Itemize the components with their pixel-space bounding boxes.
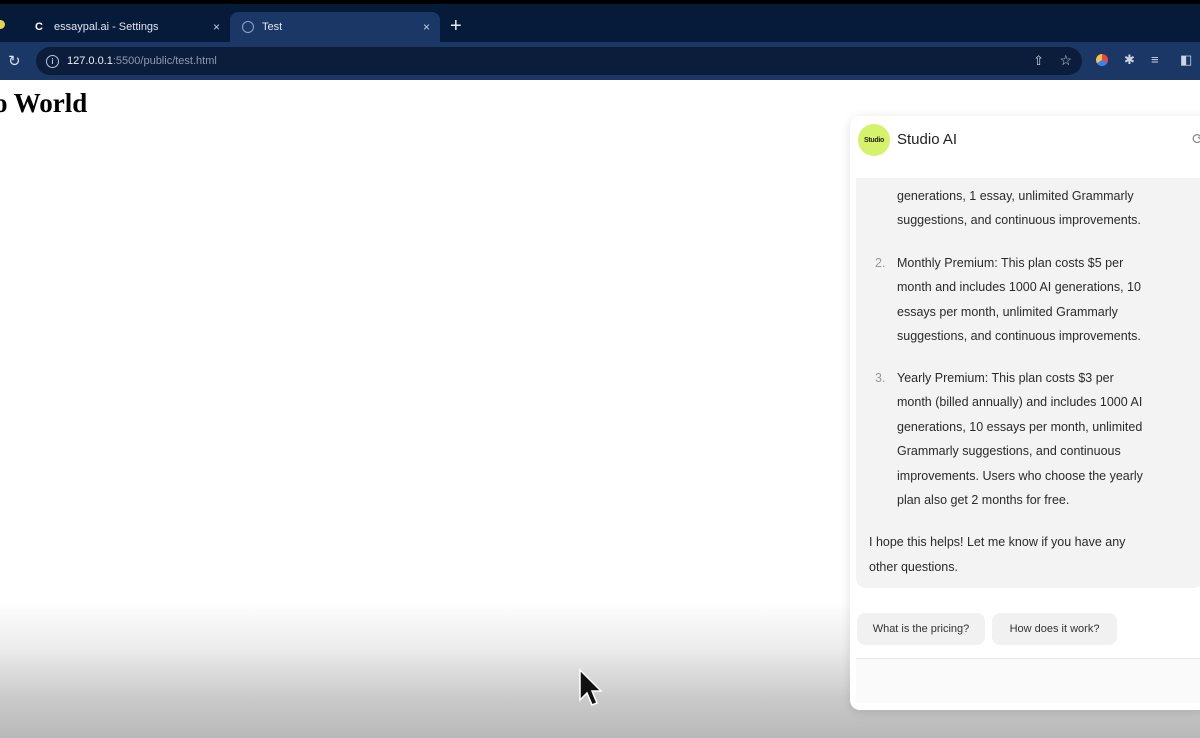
list-number: 3. — [875, 371, 886, 385]
message-line: suggestions, and continuous improvements… — [897, 329, 1141, 343]
message-line: generations, 1 essay, unlimited Grammarl… — [897, 189, 1134, 203]
message-line: essays per month, unlimited Grammarly — [897, 305, 1118, 319]
info-icon[interactable]: i — [46, 54, 59, 68]
message-line: month and includes 1000 AI generations, … — [897, 280, 1141, 294]
suggestion-how-it-works-button[interactable]: How does it work? — [992, 613, 1117, 645]
chat-input[interactable] — [856, 658, 1200, 703]
message-line: plan also get 2 months for free. — [897, 493, 1070, 507]
studio-logo: Studio — [858, 124, 890, 156]
chat-header: Studio Studio AI ⟳ — [850, 116, 1200, 178]
new-tab-button[interactable]: + — [450, 16, 462, 36]
message-line: Grammarly suggestions, and continuous — [897, 444, 1121, 458]
tab-title: essaypal.ai - Settings — [54, 21, 159, 33]
reload-icon[interactable]: ↻ — [8, 52, 21, 70]
message-line: Yearly Premium: This plan costs $3 per — [897, 371, 1114, 385]
message-line: generations, 10 essays per month, unlimi… — [897, 420, 1143, 434]
globe-icon — [242, 21, 254, 33]
assistant-message: generations, 1 essay, unlimited Grammarl… — [856, 178, 1200, 588]
address-bar[interactable]: i 127.0.0.1:5500/public/test.html ⇧ ☆ — [36, 47, 1082, 75]
chat-title: Studio AI — [897, 131, 958, 148]
refresh-icon[interactable]: ⟳ — [1192, 130, 1200, 148]
url-host: 127.0.0.1 — [67, 55, 113, 67]
essaypal-favicon-icon: C — [35, 21, 43, 33]
bookmark-star-icon[interactable]: ☆ — [1059, 52, 1072, 69]
page-heading: o World — [0, 88, 88, 118]
suggestion-pricing-button[interactable]: What is the pricing? — [857, 613, 985, 645]
reading-list-icon[interactable]: ≡ — [1151, 52, 1159, 67]
chat-widget: Studio Studio AI ⟳ generations, 1 essay,… — [850, 116, 1200, 710]
mouse-pointer-icon — [579, 668, 603, 706]
tab-essaypal-settings[interactable]: C essaypal.ai - Settings × — [22, 12, 230, 42]
message-line: improvements. Users who choose the yearl… — [897, 469, 1143, 483]
message-line: suggestions, and continuous improvements… — [897, 213, 1141, 227]
list-number: 2. — [875, 256, 886, 270]
extension-color-icon[interactable] — [1096, 54, 1108, 66]
close-icon[interactable]: × — [423, 20, 430, 34]
message-line: Monthly Premium: This plan costs $5 per — [897, 256, 1124, 270]
message-line: I hope this helps! Let me know if you ha… — [869, 535, 1126, 549]
tab-title: Test — [262, 21, 283, 33]
partial-tab-favicon[interactable] — [0, 20, 5, 29]
url-text[interactable]: 127.0.0.1:5500/public/test.html — [67, 55, 217, 67]
page-viewport: o World Studio Studio AI ⟳ generations, … — [0, 80, 1200, 738]
browser-toolbar: ↻ i 127.0.0.1:5500/public/test.html ⇧ ☆ — [0, 42, 1200, 80]
tab-test[interactable]: Test × — [230, 12, 440, 42]
side-panel-icon[interactable]: ◧ — [1180, 52, 1192, 68]
share-icon[interactable]: ⇧ — [1033, 53, 1044, 69]
tab-bar: C essaypal.ai - Settings × Test × + — [0, 4, 1200, 42]
close-icon[interactable]: × — [213, 20, 220, 34]
puzzle-extensions-icon[interactable]: ✱ — [1124, 52, 1135, 68]
message-line: other questions. — [869, 560, 958, 574]
url-path: :5500/public/test.html — [112, 55, 217, 67]
message-line: month (billed annually) and includes 100… — [897, 395, 1143, 409]
